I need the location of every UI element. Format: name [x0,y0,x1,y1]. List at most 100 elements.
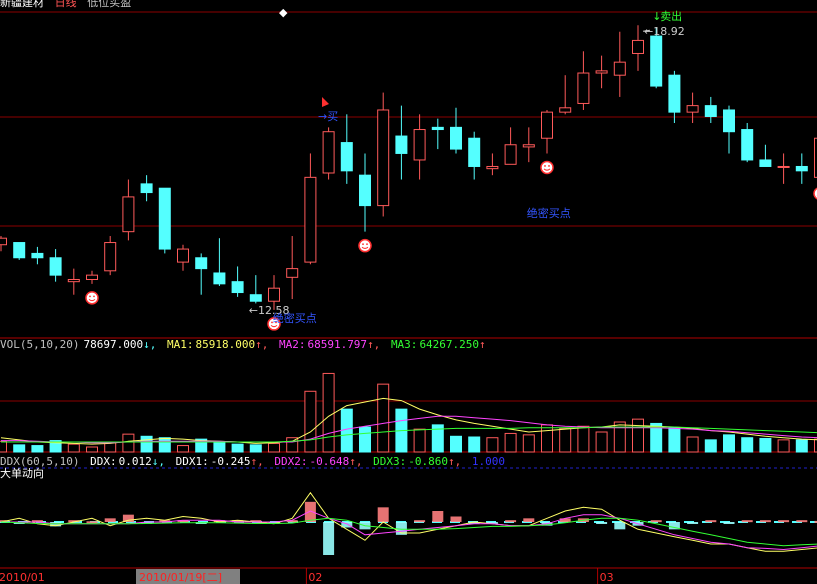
volume-bars [0,372,817,453]
candle-body [268,287,280,302]
smiley-icon [85,291,99,305]
sell-label: 卖出 [660,9,682,23]
volume-bar [268,442,280,453]
volume-bar [340,408,353,453]
ddx-bar [377,507,389,522]
period-label[interactable]: 日线 [55,0,77,9]
volume-bar [213,442,226,453]
buy-label: →买 [318,110,338,123]
up-arrow-icon: ↑ [479,338,486,351]
candle-body [359,174,371,207]
candle-body [249,294,262,302]
chart-canvas[interactable]: ↓卖出←18.92←12.58绝密买点绝密买点→买◆2010/01 02 03201… [0,0,817,584]
up-arrow-icon: ↑, [447,455,462,468]
volume-bar [741,437,754,453]
candle [504,127,517,165]
volume-bar [486,437,499,453]
candle-body [723,109,735,133]
high-price-label: ←18.92 [644,25,685,38]
down-arrow-icon: ↓, [151,455,165,468]
candle [413,114,426,180]
candle [522,127,535,163]
ddx-bar [687,522,699,524]
vol-header: VOL(5,10,20) 78697.000↓, MA1: 85918.000↑, … [0,338,490,352]
candle-body [486,165,499,170]
candle [486,153,499,176]
ddx-bar [104,518,116,522]
x-axis-label: 2010/01 [0,571,45,584]
candle-body [286,268,299,278]
candle [340,114,353,184]
volume-bar [759,437,772,453]
candle [322,127,335,180]
candle-body [340,142,353,172]
candle [468,131,481,180]
stock-name: 新疆建材 [0,0,44,9]
candle-body [504,144,517,165]
volume-bar [158,437,171,453]
ddx3-label: DDX3: [373,455,407,468]
candle [13,242,26,260]
ddx-bar [741,520,753,523]
volume-bar [559,427,572,453]
ddx-bar [505,520,517,523]
x-axis-label: 03 [600,571,614,584]
volume-bar [504,432,517,453]
smiley-eye [366,243,368,246]
up-arrow-icon: ↑, [349,455,363,468]
candle [704,96,717,124]
candle [177,244,189,271]
candle [668,70,681,124]
up-arrow-icon: ↑, [250,455,264,468]
volume-bar [413,428,426,453]
smiley-icon [540,160,554,175]
volume-bar [122,433,135,453]
candle-body [613,61,626,76]
volume-bar [249,444,262,453]
ma1-value: 85918.000 [195,338,256,351]
candle [231,266,244,297]
ddx-bar [432,511,444,522]
smiley-face [540,160,554,175]
ddx-bar [523,518,535,522]
candle [86,270,98,284]
candle-body [741,129,754,161]
volume-bar [468,436,481,453]
candle [31,246,44,265]
candle-body [13,242,26,259]
candle [49,249,62,282]
ddx2-value: -0.648 [309,455,350,468]
candle-body [759,159,772,167]
candle-body [450,126,462,150]
ddx-ref-value: 1.000 [471,455,505,468]
volume-bar [723,434,735,453]
volume-bar [0,440,7,453]
x-axis-label: 02 [308,571,322,584]
candle-body [650,35,663,87]
ddx1-label: DDX1: [175,455,209,468]
ddx-bar [796,520,808,523]
candle-body [577,72,590,104]
candle-body [49,257,62,276]
candle-body [322,131,335,174]
candle-body [541,111,553,139]
ddx-bar [450,516,462,522]
candle-body [122,196,135,233]
ddx-bar [414,520,426,523]
ddx-subtitle: 大单动向 [0,467,44,480]
ddx-bar [86,521,98,524]
candle [195,253,208,295]
volume-bar [31,445,44,453]
smiley-eye [548,165,550,167]
candle [67,268,80,295]
candle-body [104,242,117,272]
candle [541,109,553,154]
candle-body [468,137,481,167]
candle [577,51,590,110]
ddx-bar [559,518,571,522]
candle [359,153,371,232]
stock-chart-window[interactable]: ↓ 卖出 ←18.92 ←12.58 绝密买点 绝密买点 →买 ◆ 2010/01 02 03 201… [0,0,817,584]
volume-bar [86,446,98,453]
candle-body [140,183,153,194]
ddx-value: 0.012 [118,455,152,468]
